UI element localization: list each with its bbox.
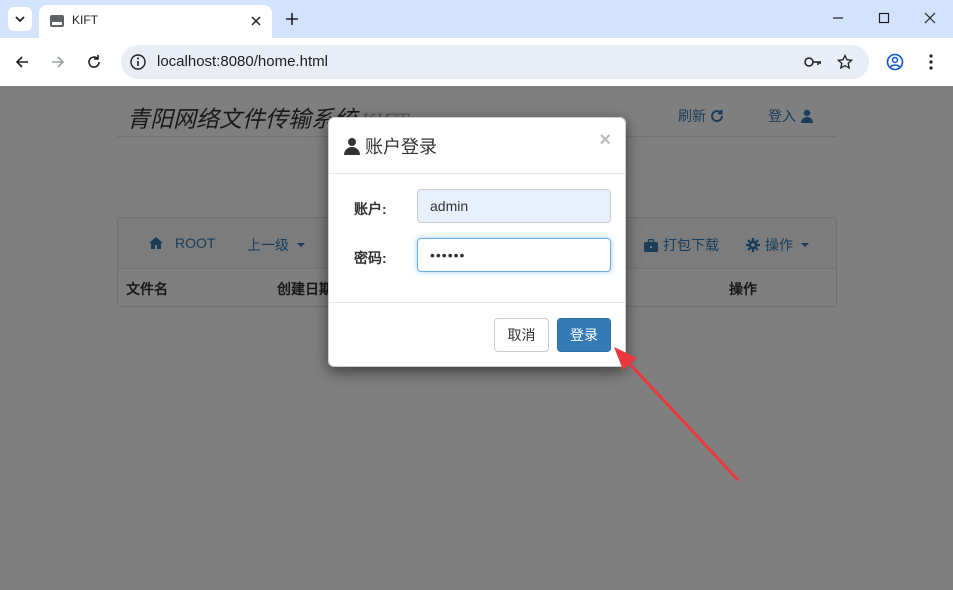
minimize-button[interactable] bbox=[824, 6, 852, 30]
modal-header: 账户登录 × bbox=[329, 118, 625, 174]
login-modal: 账户登录 × 账户: 密码: 取消 登录 bbox=[328, 117, 626, 367]
browser-tab[interactable]: KIFT bbox=[39, 5, 272, 38]
reload-icon bbox=[88, 55, 100, 68]
info-icon[interactable] bbox=[129, 53, 147, 71]
maximize-button[interactable] bbox=[870, 6, 898, 30]
password-label: 密码: bbox=[354, 250, 387, 266]
tab-close-button[interactable] bbox=[246, 11, 266, 31]
modal-close-button[interactable]: × bbox=[599, 130, 611, 150]
reload-button[interactable] bbox=[82, 50, 106, 74]
more-vert-icon bbox=[929, 54, 933, 70]
browser-tabstrip: KIFT bbox=[0, 0, 953, 38]
arrow-right-icon bbox=[52, 56, 65, 68]
key-icon bbox=[804, 57, 821, 67]
menu-button[interactable] bbox=[919, 50, 943, 74]
new-tab-button[interactable] bbox=[282, 9, 302, 29]
arrow-left-icon bbox=[15, 56, 28, 68]
user-icon bbox=[344, 138, 360, 155]
password-key-button[interactable] bbox=[804, 53, 822, 71]
modal-footer-divider bbox=[329, 302, 625, 303]
account-label: 账户: bbox=[354, 201, 387, 217]
login-button[interactable]: 登录 bbox=[557, 318, 611, 352]
back-button[interactable] bbox=[10, 50, 34, 74]
browser-toolbar: localhost:8080/home.html bbox=[0, 38, 953, 86]
close-icon bbox=[924, 12, 936, 24]
window-close-button[interactable] bbox=[916, 6, 944, 30]
profile-icon bbox=[886, 53, 904, 71]
minimize-icon bbox=[833, 17, 843, 19]
cancel-button[interactable]: 取消 bbox=[494, 318, 549, 352]
password-input[interactable] bbox=[417, 238, 611, 272]
tab-title: KIFT bbox=[72, 13, 98, 27]
forward-button[interactable] bbox=[46, 50, 70, 74]
close-icon bbox=[251, 16, 261, 26]
modal-title-text: 账户登录 bbox=[365, 137, 437, 157]
tab-search-button[interactable] bbox=[8, 7, 32, 31]
account-input[interactable] bbox=[417, 189, 611, 223]
drive-icon bbox=[50, 15, 64, 27]
star-icon bbox=[837, 54, 853, 70]
maximize-icon bbox=[878, 12, 890, 24]
profile-button[interactable] bbox=[883, 50, 907, 74]
address-bar[interactable]: localhost:8080/home.html bbox=[121, 45, 869, 79]
chevron-down-icon bbox=[15, 16, 25, 23]
url-text[interactable]: localhost:8080/home.html bbox=[157, 53, 328, 70]
plus-icon bbox=[286, 13, 298, 25]
bookmark-button[interactable] bbox=[836, 53, 854, 71]
modal-title: 账户登录 bbox=[343, 133, 437, 159]
